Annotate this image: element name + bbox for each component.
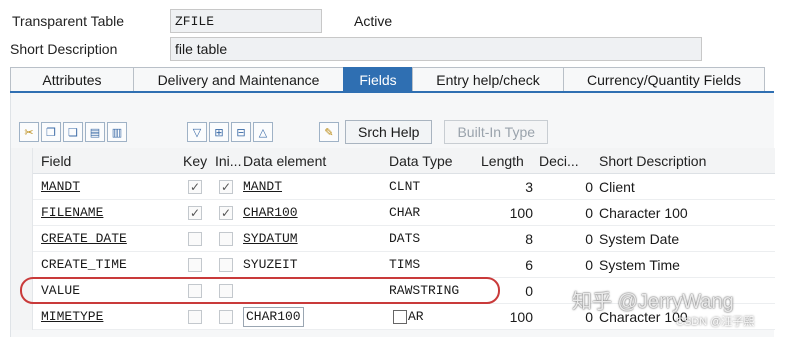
tab-attributes[interactable]: Attributes xyxy=(10,67,134,91)
col-decimals[interactable]: Deci... xyxy=(539,148,595,174)
data-element[interactable]: MANDT xyxy=(241,174,387,200)
data-type: DATS xyxy=(389,231,421,246)
where-used-icon[interactable]: ✎ xyxy=(319,122,339,142)
col-data-type[interactable]: Data Type xyxy=(387,148,481,174)
length: 0 xyxy=(525,282,533,299)
row-selector[interactable] xyxy=(11,303,33,330)
field-name[interactable]: CREATE_DATE xyxy=(33,226,179,252)
data-type: CHAR xyxy=(389,205,421,220)
table-row[interactable]: CREATE_TIME SYUZEIT TIMS 6 0 System Time xyxy=(11,251,775,278)
select-all-column[interactable] xyxy=(11,147,33,174)
key-checkbox[interactable] xyxy=(188,231,202,246)
table-row[interactable]: FILENAME ✓ ✓ CHAR100 CHAR 100 0 Characte… xyxy=(11,199,775,226)
length: 100 xyxy=(509,204,533,221)
table-row[interactable]: CREATE_DATE SYDATUM DATS 8 0 System Date xyxy=(11,225,775,252)
decimals: 0 xyxy=(585,204,593,221)
key-checkbox[interactable] xyxy=(188,257,202,272)
key-checkbox[interactable]: ✓ xyxy=(188,205,202,220)
paste-icon[interactable]: ❏ xyxy=(63,122,83,142)
table-type-label: Transparent Table xyxy=(12,13,125,29)
tab-entry-help-check[interactable]: Entry help/check xyxy=(412,67,564,91)
decimals: 0 xyxy=(585,230,593,247)
data-element[interactable]: SYUZEIT xyxy=(241,252,387,278)
initial-checkbox[interactable] xyxy=(219,309,233,324)
table-name-field[interactable]: ZFILE xyxy=(170,9,322,33)
col-field[interactable]: Field xyxy=(33,148,179,174)
short-description: Character 100 xyxy=(599,204,688,221)
short-description-label: Short Description xyxy=(10,41,118,57)
col-short-description[interactable]: Short Description xyxy=(595,148,775,174)
row-selector[interactable] xyxy=(11,173,33,200)
data-type: RAWSTRING xyxy=(389,283,460,298)
collapse-icon[interactable]: ⊟ xyxy=(231,122,251,142)
expand-icon[interactable]: ⊞ xyxy=(209,122,229,142)
key-checkbox[interactable]: ✓ xyxy=(188,179,202,194)
builtin-type-button[interactable]: Built-In Type xyxy=(444,120,549,144)
fields-toolbar: ✂ ❐ ❏ ▤ ▥ ▽ ⊞ ⊟ △ ✎ Srch Help Built-In T… xyxy=(19,119,549,145)
field-name[interactable]: MANDT xyxy=(33,174,179,200)
up-icon[interactable]: △ xyxy=(253,122,273,142)
short-description: Client xyxy=(599,178,635,195)
col-length[interactable]: Length xyxy=(481,148,539,174)
short-description: System Time xyxy=(599,256,680,273)
tab-currency-quantity-fields[interactable]: Currency/Quantity Fields xyxy=(563,67,765,91)
field-name[interactable]: VALUE xyxy=(33,278,179,304)
length: 8 xyxy=(525,230,533,247)
field-name[interactable]: CREATE_TIME xyxy=(33,252,179,278)
field-name[interactable]: FILENAME xyxy=(33,200,179,226)
srch-help-button[interactable]: Srch Help xyxy=(345,120,433,144)
data-type: AR xyxy=(408,309,424,324)
table-status: Active xyxy=(354,13,393,29)
col-data-element[interactable]: Data element xyxy=(241,148,387,174)
data-element[interactable]: SYDATUM xyxy=(241,226,387,252)
tab-delivery-maintenance[interactable]: Delivery and Maintenance xyxy=(133,67,344,91)
data-type: CLNT xyxy=(389,179,421,194)
watermark-sub: CSDN @汪子熙 xyxy=(676,316,755,328)
col-initial[interactable]: Ini... xyxy=(211,148,241,174)
row-selector[interactable] xyxy=(11,225,33,252)
length: 3 xyxy=(525,178,533,195)
initial-checkbox[interactable] xyxy=(219,257,233,272)
table-header: Field Key Ini... Data element Data Type … xyxy=(11,147,775,174)
tab-fields[interactable]: Fields xyxy=(343,67,413,91)
initial-checkbox[interactable]: ✓ xyxy=(219,205,233,220)
field-name[interactable]: MIMETYPE xyxy=(33,304,179,330)
table-header-row: Transparent Table ZFILE Active xyxy=(0,9,392,33)
initial-checkbox[interactable]: ✓ xyxy=(219,179,233,194)
filter-down-icon[interactable]: ▽ xyxy=(187,122,207,142)
data-element[interactable]: CHAR100 xyxy=(241,200,387,226)
short-description: System Date xyxy=(599,230,680,247)
tab-strip: Attributes Delivery and Maintenance Fiel… xyxy=(10,67,774,93)
data-element[interactable]: CHAR100 xyxy=(243,306,304,327)
copy-icon[interactable]: ❐ xyxy=(41,122,61,142)
length: 6 xyxy=(525,256,533,273)
insert-row-icon[interactable]: ▤ xyxy=(85,122,105,142)
short-description-field[interactable]: file table xyxy=(170,37,702,61)
length: 100 xyxy=(509,308,533,325)
watermark-main: 知乎 @JerryWang xyxy=(572,291,734,313)
row-selector[interactable] xyxy=(11,199,33,226)
value-help-icon[interactable] xyxy=(393,309,407,324)
col-key[interactable]: Key xyxy=(179,148,211,174)
decimals: 0 xyxy=(585,178,593,195)
table-row[interactable]: MANDT ✓ ✓ MANDT CLNT 3 0 Client xyxy=(11,173,775,200)
initial-checkbox[interactable] xyxy=(219,283,233,298)
data-type: TIMS xyxy=(389,257,421,272)
row-selector[interactable] xyxy=(11,251,33,278)
key-checkbox[interactable] xyxy=(188,283,202,298)
cut-icon[interactable]: ✂ xyxy=(19,122,39,142)
data-element[interactable] xyxy=(241,278,387,304)
key-checkbox[interactable] xyxy=(188,309,202,324)
short-description-row: Short Description file table xyxy=(0,37,702,61)
row-selector[interactable] xyxy=(11,277,33,304)
delete-row-icon[interactable]: ▥ xyxy=(107,122,127,142)
decimals: 0 xyxy=(585,256,593,273)
initial-checkbox[interactable] xyxy=(219,231,233,246)
